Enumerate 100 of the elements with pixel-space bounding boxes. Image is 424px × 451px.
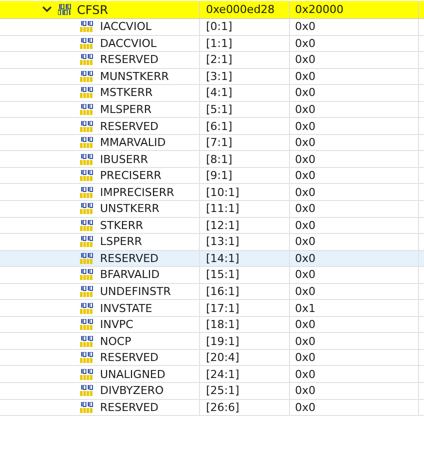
- bit-field-icon: [80, 286, 93, 298]
- field-row[interactable]: IBUSERR [8:1] 0x0: [0, 151, 424, 168]
- field-value: 0x0: [295, 136, 316, 150]
- field-value: 0x0: [295, 235, 316, 248]
- field-name: DIVBYZERO: [100, 384, 164, 398]
- field-value: 0x0: [295, 318, 316, 332]
- field-name: MMARVALID: [100, 136, 166, 150]
- field-name: BFARVALID: [100, 268, 160, 282]
- bit-field-icon: [80, 319, 93, 330]
- field-name: MUNSTKERR: [100, 70, 169, 83]
- bit-field-icon: [80, 336, 93, 347]
- field-value: 0x0: [295, 334, 316, 348]
- field-row[interactable]: RESERVED [20:4] 0x0: [0, 350, 424, 366]
- bit-field-icon: [80, 385, 93, 396]
- field-value: 0x0: [295, 36, 316, 50]
- field-row[interactable]: IMPRECISERR [10:1] 0x0: [0, 184, 424, 202]
- field-value: 0x0: [295, 20, 316, 34]
- field-row[interactable]: STKERR [12:1] 0x0: [0, 218, 424, 234]
- bit-field-icon: [80, 38, 93, 49]
- bit-range: [12:1]: [206, 218, 240, 232]
- field-row[interactable]: DACCVIOL [1:1] 0x0: [0, 36, 424, 52]
- bit-range: [3:1]: [206, 70, 232, 83]
- field-row[interactable]: MLSPERR [5:1] 0x0: [0, 102, 424, 118]
- bit-field-icon: [80, 269, 93, 280]
- field-row[interactable]: INVPC [18:1] 0x0: [0, 316, 424, 334]
- bit-field-icon: [80, 87, 93, 98]
- bit-range: [25:1]: [206, 384, 240, 398]
- bit-field-icon: [80, 170, 93, 182]
- bit-range: [8:1]: [206, 152, 232, 166]
- field-name: NOCP: [100, 334, 132, 348]
- bit-field-icon: [80, 120, 93, 132]
- field-name: MLSPERR: [100, 103, 152, 116]
- bit-field-icon: [80, 21, 93, 32]
- register-name: CFSR: [77, 2, 108, 16]
- field-row[interactable]: RESERVED [6:1] 0x0: [0, 118, 424, 135]
- collapse-chevron-icon[interactable]: [42, 6, 52, 13]
- field-row[interactable]: PRECISERR [9:1] 0x0: [0, 168, 424, 184]
- field-row[interactable]: UNALIGNED [24:1] 0x0: [0, 366, 424, 384]
- bit-range: [16:1]: [206, 285, 240, 298]
- bit-range: [18:1]: [206, 318, 240, 332]
- bit-field-icon: [80, 252, 93, 264]
- field-row[interactable]: MSTKERR [4:1] 0x0: [0, 85, 424, 102]
- field-value: 0x1: [295, 302, 316, 315]
- field-row[interactable]: UNDEFINSTR [16:1] 0x0: [0, 284, 424, 300]
- bit-field-icon: [80, 402, 93, 413]
- bit-range: [14:1]: [206, 252, 240, 265]
- bit-range: [26:6]: [206, 400, 240, 414]
- field-row[interactable]: DIVBYZERO [25:1] 0x0: [0, 383, 424, 400]
- field-row[interactable]: RESERVED [2:1] 0x0: [0, 52, 424, 69]
- field-row[interactable]: NOCP [19:1] 0x0: [0, 333, 424, 350]
- bit-field-icon: [80, 220, 93, 231]
- field-value: 0x0: [295, 268, 316, 282]
- field-name: UNDEFINSTR: [100, 285, 171, 298]
- field-name: STKERR: [100, 218, 144, 232]
- field-row[interactable]: RESERVED [14:1] 0x0: [0, 250, 424, 268]
- field-value: 0x0: [295, 368, 316, 381]
- field-value: 0x0: [295, 70, 316, 83]
- bit-field-icon: [80, 137, 93, 148]
- field-row[interactable]: IACCVIOL [0:1] 0x0: [0, 19, 424, 36]
- bit-range: [10:1]: [206, 186, 240, 199]
- field-name: RESERVED: [100, 252, 159, 265]
- bit-range: [7:1]: [206, 136, 232, 150]
- field-name: IMPRECISERR: [100, 186, 174, 199]
- bit-range: [19:1]: [206, 334, 240, 348]
- bit-field-icon: [80, 352, 93, 364]
- field-row[interactable]: RESERVED [26:6] 0x0: [0, 400, 424, 416]
- field-value: 0x0: [295, 285, 316, 298]
- field-name: LSPERR: [100, 235, 142, 248]
- field-value: 0x0: [295, 202, 316, 216]
- bit-range: [6:1]: [206, 120, 232, 133]
- bit-field-icon: [80, 104, 93, 115]
- bit-range: [2:1]: [206, 53, 232, 66]
- field-row[interactable]: UNSTKERR [11:1] 0x0: [0, 201, 424, 218]
- field-row[interactable]: BFARVALID [15:1] 0x0: [0, 267, 424, 284]
- field-name: INVPC: [100, 318, 134, 332]
- binary-register-icon: [58, 4, 71, 15]
- bit-field-icon: [80, 302, 93, 314]
- field-name: RESERVED: [100, 351, 159, 364]
- field-row[interactable]: MMARVALID [7:1] 0x0: [0, 134, 424, 152]
- bit-range: [13:1]: [206, 235, 240, 248]
- field-row[interactable]: INVSTATE [17:1] 0x1: [0, 300, 424, 317]
- field-value: 0x0: [295, 120, 316, 133]
- bit-range: [11:1]: [206, 202, 240, 216]
- field-name: UNSTKERR: [100, 202, 160, 216]
- bit-range: [24:1]: [206, 368, 240, 381]
- field-name: INVSTATE: [100, 302, 152, 315]
- field-value: 0x0: [295, 252, 316, 265]
- field-name: UNALIGNED: [100, 368, 166, 381]
- field-value: 0x0: [295, 186, 316, 199]
- field-row[interactable]: MUNSTKERR [3:1] 0x0: [0, 68, 424, 86]
- field-name: MSTKERR: [100, 86, 153, 100]
- register-address: 0xe000ed28: [206, 3, 275, 16]
- field-value: 0x0: [295, 351, 316, 364]
- field-name: IBUSERR: [100, 152, 148, 166]
- bit-range: [9:1]: [206, 169, 232, 182]
- bit-field-icon: [80, 54, 93, 66]
- field-name: RESERVED: [100, 53, 159, 66]
- bit-range: [17:1]: [206, 302, 240, 315]
- register-value: 0x20000: [295, 3, 344, 16]
- bit-field-icon: [80, 186, 93, 198]
